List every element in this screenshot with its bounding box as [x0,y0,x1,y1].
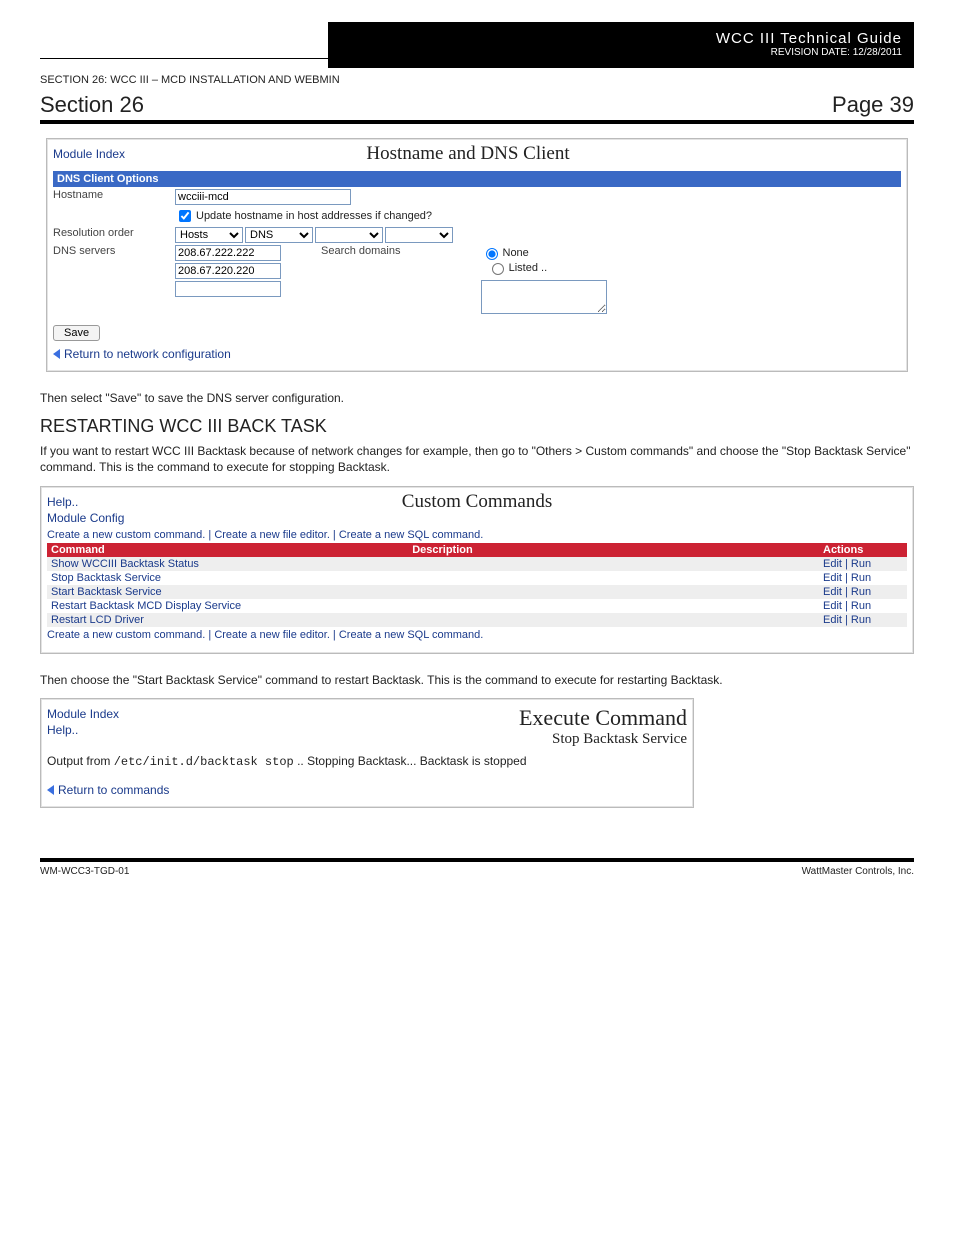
save-button[interactable]: Save [53,325,100,341]
resolution-select-4[interactable] [385,227,453,243]
cc-help-link[interactable]: Help.. [47,495,187,509]
resolution-order-label: Resolution order [53,227,175,239]
exec-module-index-link[interactable]: Module Index [47,707,187,721]
table-row: Show WCCIII Backtask Status Edit | Run [47,557,907,571]
custom-commands-panel: Help.. Module Config Custom Commands Cre… [40,486,914,654]
search-domains-label: Search domains [321,245,401,257]
cc-create-links-top[interactable]: Create a new custom command. | Create a … [47,529,907,541]
execute-command-subtitle: Stop Backtask Service [187,731,687,748]
cc-actions[interactable]: Edit | Run [819,585,907,599]
cc-cmd-link[interactable]: Restart LCD Driver [51,614,144,626]
search-domains-listed[interactable]: Listed .. [487,260,548,275]
table-row: Restart LCD Driver Edit | Run [47,613,907,627]
cc-cmd-link[interactable]: Show WCCIII Backtask Status [51,558,199,570]
paragraph-save-note: Then select "Save" to save the DNS serve… [40,390,914,406]
arrow-left-icon [47,785,54,795]
header-title: WCC III Technical Guide [340,30,902,47]
update-hostname-checkbox[interactable] [179,210,191,222]
hostname-label: Hostname [53,189,175,201]
resolution-select-3[interactable] [315,227,383,243]
hostname-input[interactable] [175,189,351,205]
cc-cmd-link[interactable]: Start Backtask Service [51,586,162,598]
paragraph-stop-backtask: If you want to restart WCC III Backtask … [40,443,914,475]
exec-help-link[interactable]: Help.. [47,723,187,737]
resolution-select-1[interactable]: Hosts [175,227,243,243]
footer-company: WattMaster Controls, Inc. [802,866,914,877]
header-revision: REVISION DATE: 12/28/2011 [340,47,902,58]
cc-actions[interactable]: Edit | Run [819,557,907,571]
cc-actions[interactable]: Edit | Run [819,613,907,627]
execute-command-title: Execute Command [187,705,687,731]
cc-cmd-link[interactable]: Restart Backtask MCD Display Service [51,600,241,612]
page-header: WCC III Technical Guide REVISION DATE: 1… [40,22,914,68]
page-footer: WM-WCC3-TGD-01 WattMaster Controls, Inc. [40,858,914,877]
dns-client-panel: Module Index Hostname and DNS Client DNS… [46,138,908,372]
cc-cmd-link[interactable]: Stop Backtask Service [51,572,161,584]
cc-actions[interactable]: Edit | Run [819,571,907,585]
cc-table-header: Command Description Actions [47,543,907,557]
execute-command-output: Output from /etc/init.d/backtask stop ..… [47,754,687,769]
dns-server-2-input[interactable] [175,263,281,279]
dns-options-bar: DNS Client Options [53,171,901,187]
resolution-select-2[interactable]: DNS [245,227,313,243]
table-row: Restart Backtask MCD Display Service Edit… [47,599,907,613]
heading-restart-backtask: RESTARTING WCC III BACK TASK [40,416,914,437]
dns-server-3-input[interactable] [175,281,281,297]
page-number: Page 39 [832,92,914,118]
footer-doc-id: WM-WCC3-TGD-01 [40,866,129,877]
cc-module-config-link[interactable]: Module Config [47,511,187,525]
update-hostname-label: Update hostname in host addresses if cha… [196,210,432,222]
dns-servers-label: DNS servers [53,245,175,257]
dns-server-1-input[interactable] [175,245,281,261]
custom-commands-table: Command Description Actions Show WCCIII … [47,543,907,627]
search-domains-none[interactable]: None [481,245,607,260]
table-row: Stop Backtask Service Edit | Run [47,571,907,585]
search-domains-textarea[interactable] [481,280,607,314]
paragraph-start-backtask: Then choose the "Start Backtask Service"… [40,672,914,688]
section-title: Section 26 [40,92,832,118]
breadcrumb: SECTION 26: WCC III – MCD INSTALLATION A… [40,74,914,86]
return-commands-link[interactable]: Return to commands [47,783,687,797]
custom-commands-title: Custom Commands [187,491,767,521]
table-row: Start Backtask Service Edit | Run [47,585,907,599]
module-index-link[interactable]: Module Index [53,147,125,169]
return-network-config-link[interactable]: Return to network configuration [53,347,901,361]
arrow-left-icon [53,349,60,359]
cc-create-links-bottom[interactable]: Create a new custom command. | Create a … [47,629,907,641]
cc-actions[interactable]: Edit | Run [819,599,907,613]
dns-panel-title: Hostname and DNS Client [125,143,811,165]
execute-command-panel: Module Index Help.. Execute Command Stop… [40,698,694,808]
